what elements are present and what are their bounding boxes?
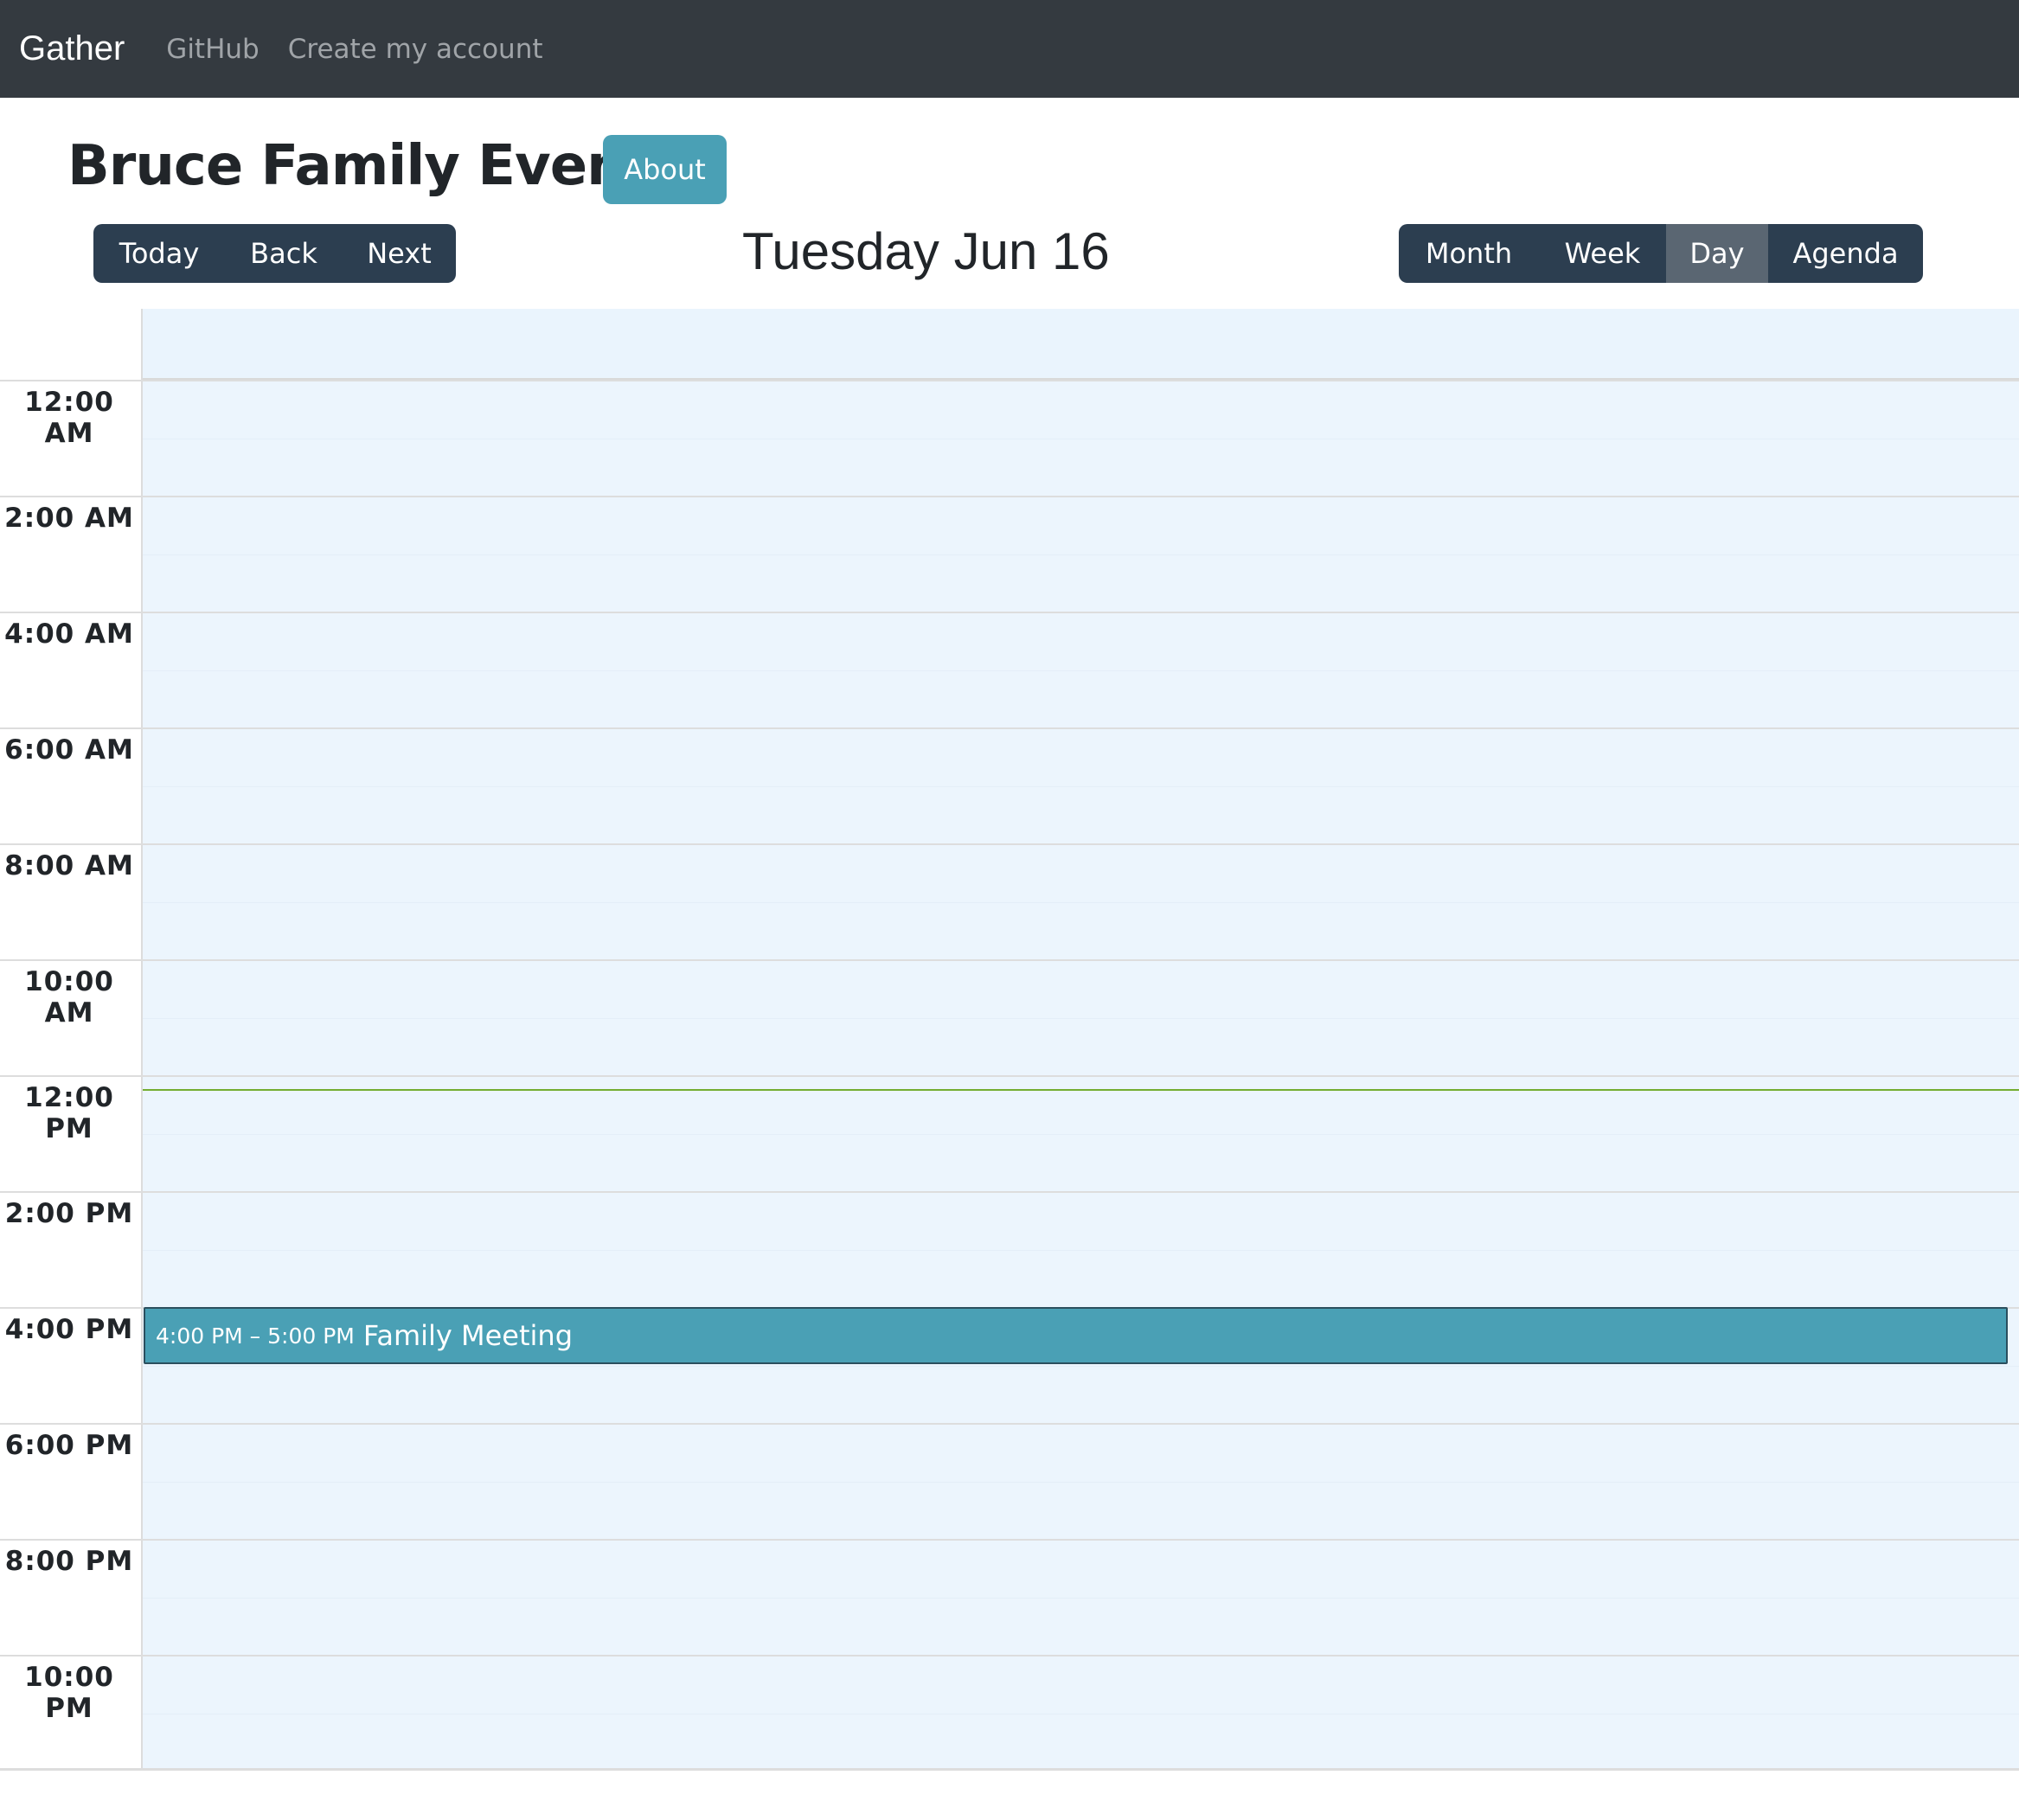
week-view-button[interactable]: Week (1539, 224, 1666, 283)
time-slot-group[interactable]: 2:00 PM (0, 1191, 2019, 1307)
day-view-button[interactable]: Day (1666, 224, 1768, 283)
time-slot-group[interactable]: 10:00 PM (0, 1655, 2019, 1771)
time-label: 10:00 AM (24, 966, 114, 1029)
time-slot-group[interactable]: 10:00 AM (0, 959, 2019, 1075)
time-slot-group[interactable]: 6:00 PM (0, 1423, 2019, 1539)
current-time-indicator (143, 1089, 2019, 1091)
page-title: Bruce Family Events (67, 134, 683, 198)
time-slot-group[interactable]: 4:00 AM (0, 612, 2019, 727)
time-label: 10:00 PM (24, 1662, 114, 1724)
today-button[interactable]: Today (93, 224, 225, 283)
next-button[interactable]: Next (343, 224, 456, 283)
event-family-meeting[interactable]: 4:00 PM – 5:00 PM Family Meeting (144, 1307, 2008, 1364)
about-button[interactable]: About (603, 135, 727, 204)
time-label: 2:00 PM (4, 1198, 134, 1229)
current-date-label: Tuesday Jun 16 (742, 222, 1110, 280)
event-title: Family Meeting (362, 1319, 574, 1352)
view-switcher: Month Week Day Agenda (1399, 224, 1923, 283)
brand-link[interactable]: Gather (19, 29, 125, 68)
calendar-bottom-border (0, 1768, 2019, 1771)
agenda-view-button[interactable]: Agenda (1768, 224, 1923, 283)
day-calendar: 12:00 AM 2:00 AM 4:00 AM 6:00 AM 8:00 AM… (0, 309, 2019, 1771)
create-account-link[interactable]: Create my account (288, 34, 543, 65)
time-label: 4:00 AM (4, 618, 134, 650)
time-label: 6:00 AM (4, 734, 134, 766)
top-navbar: Gather GitHub Create my account (0, 0, 2019, 98)
time-label: 8:00 PM (4, 1546, 134, 1577)
all-day-row[interactable] (142, 309, 2019, 380)
event-time: 4:00 PM – 5:00 PM (156, 1323, 355, 1349)
time-label: 12:00 AM (24, 387, 114, 449)
time-slot-group[interactable]: 8:00 PM (0, 1539, 2019, 1655)
time-slot-group[interactable]: 6:00 AM (0, 727, 2019, 843)
back-button[interactable]: Back (225, 224, 343, 283)
time-label: 6:00 PM (4, 1430, 134, 1461)
time-label: 8:00 AM (4, 850, 134, 881)
time-label: 2:00 AM (4, 503, 134, 534)
time-slot-group[interactable]: 8:00 AM (0, 843, 2019, 959)
time-slot-group[interactable]: 12:00 PM (0, 1075, 2019, 1191)
github-link[interactable]: GitHub (166, 34, 259, 65)
time-slot-group[interactable]: 2:00 AM (0, 496, 2019, 612)
month-view-button[interactable]: Month (1399, 224, 1539, 283)
time-label: 12:00 PM (24, 1082, 114, 1144)
calendar-nav-group: Today Back Next (93, 224, 456, 283)
time-slot-group[interactable]: 12:00 AM (0, 380, 2019, 496)
time-label: 4:00 PM (4, 1314, 134, 1345)
